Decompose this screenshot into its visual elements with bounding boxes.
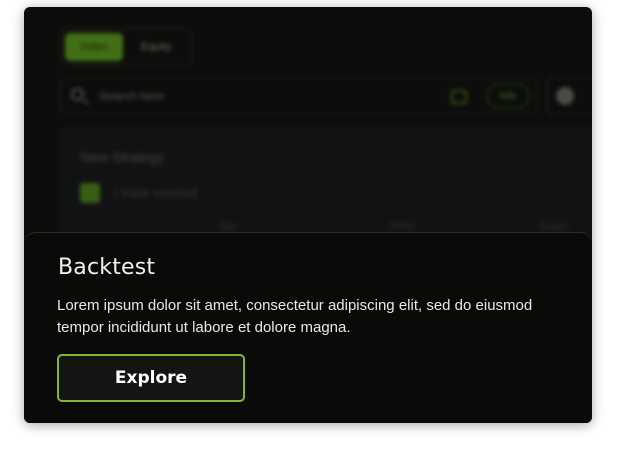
popover-description: Lorem ipsum dolor sit amet, consectetur … bbox=[57, 297, 533, 336]
checkbox-label: 1 trade selected bbox=[112, 186, 198, 200]
info-chip: Info bbox=[486, 84, 530, 108]
calendar-icon bbox=[451, 90, 467, 104]
settings-button bbox=[546, 77, 592, 115]
app-window: Index Equity Search here Info New Strate… bbox=[24, 7, 592, 423]
search-icon bbox=[71, 88, 84, 101]
feature-popover: Backtest Lorem ipsum dolor sit amet, con… bbox=[24, 232, 592, 423]
gear-icon bbox=[556, 87, 574, 105]
index-equity-toggle: Index Equity bbox=[60, 28, 192, 66]
explore-button[interactable]: Explore bbox=[57, 354, 245, 402]
strategy-panel: New Strategy 1 trade selected Qty Strike… bbox=[60, 127, 592, 247]
panel-title: New Strategy bbox=[80, 149, 165, 165]
toggle-option-equity: Equity bbox=[140, 41, 172, 53]
search-bar: Search here Info bbox=[60, 77, 538, 115]
popover-title: Backtest bbox=[58, 255, 156, 280]
toggle-option-index: Index bbox=[65, 33, 123, 61]
search-placeholder: Search here bbox=[99, 89, 165, 103]
checkbox bbox=[80, 183, 100, 203]
column-header: Expiry bbox=[540, 221, 568, 232]
column-header: Qty bbox=[220, 221, 236, 232]
column-header: Strike bbox=[390, 221, 416, 232]
